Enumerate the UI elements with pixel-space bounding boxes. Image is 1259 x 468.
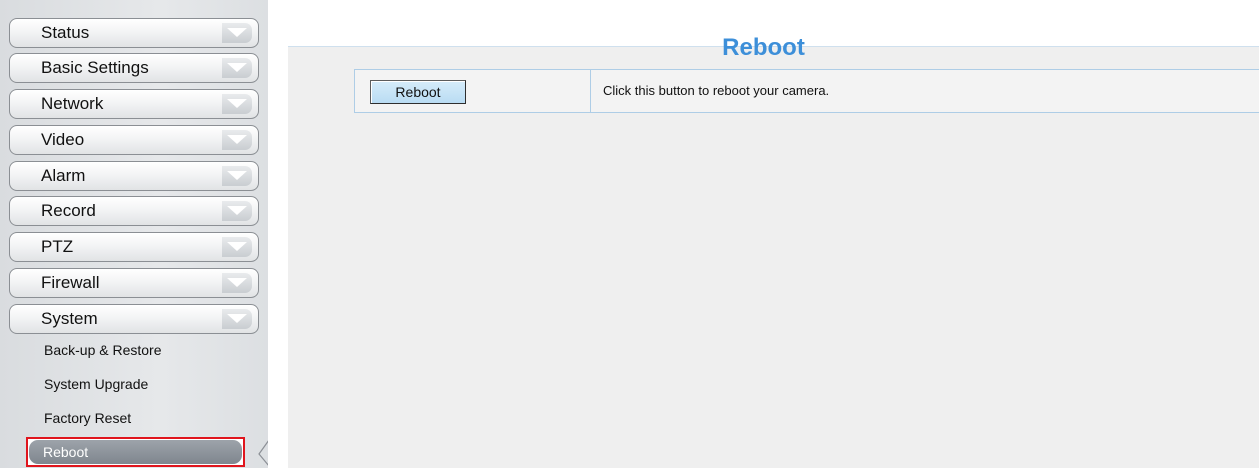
sidebar-item-label: Network [41,94,104,113]
chevron-down-icon [222,58,252,78]
submenu-item-system-upgrade[interactable]: System Upgrade [44,376,148,392]
sidebar-item-label: Record [41,201,96,220]
sidebar-item-network[interactable]: Network [9,89,259,119]
reboot-row: Reboot Click this button to reboot your … [354,69,1259,113]
chevron-down-icon [222,166,252,186]
sidebar-item-label: Firewall [41,273,100,292]
submenu-item-label: Reboot [43,444,89,460]
sidebar-item-record[interactable]: Record [9,196,259,226]
sidebar-item-label: PTZ [41,237,74,256]
sidebar: Status Basic Settings Network Video Alar… [0,0,270,468]
camera-web-ui: Status Basic Settings Network Video Alar… [0,0,1259,468]
sidebar-item-alarm[interactable]: Alarm [9,161,259,191]
sidebar-item-label: Alarm [41,166,86,185]
sidebar-item-basic-settings[interactable]: Basic Settings [9,53,259,83]
active-highlight: Reboot [29,440,242,464]
reboot-button[interactable]: Reboot [370,80,466,104]
submenu-item-factory-reset[interactable]: Factory Reset [44,410,131,426]
sidebar-item-label: Basic Settings [41,58,149,77]
chevron-down-icon [222,23,252,43]
submenu-item-reboot-active[interactable]: Reboot [26,437,245,467]
reboot-description: Click this button to reboot your camera. [603,83,830,98]
chevron-down-icon [222,309,252,329]
sidebar-item-status[interactable]: Status [9,18,259,48]
sidebar-item-ptz[interactable]: PTZ [9,232,259,262]
sidebar-item-video[interactable]: Video [9,125,259,155]
page-title: Reboot [722,34,805,61]
sidebar-item-label: Status [41,23,90,42]
chevron-down-icon [222,201,252,221]
main-content: Reboot Reboot Click this button to reboo… [268,0,1259,468]
submenu-item-backup-restore[interactable]: Back-up & Restore [44,342,162,358]
sidebar-item-label: Video [41,130,85,149]
chevron-down-icon [222,94,252,114]
sidebar-item-label: System [41,309,98,328]
chevron-down-icon [222,237,252,257]
cell-divider [590,70,591,112]
sidebar-item-firewall[interactable]: Firewall [9,268,259,298]
chevron-down-icon [222,130,252,150]
sidebar-item-system[interactable]: System [9,304,259,334]
chevron-down-icon [222,273,252,293]
